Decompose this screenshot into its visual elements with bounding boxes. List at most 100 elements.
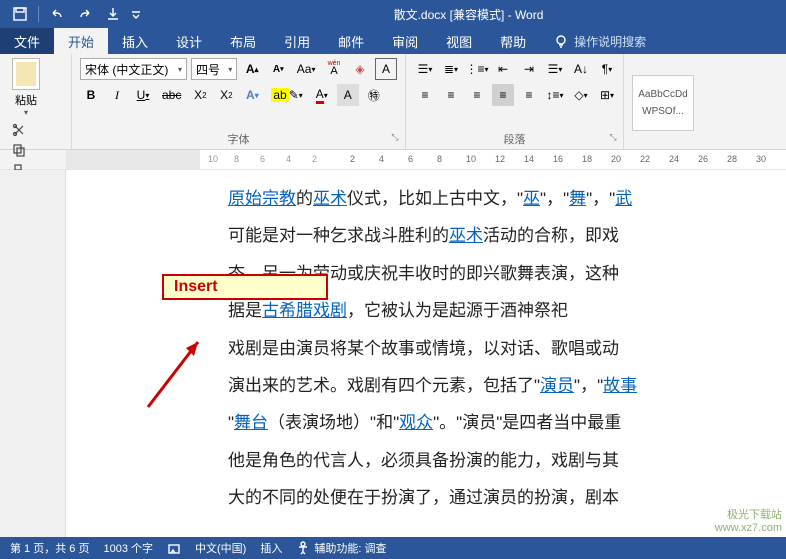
text-line[interactable]: 戏剧是由演员将某个故事或情境，以对话、歌唱或动 — [228, 330, 786, 367]
borders-button[interactable]: ⊞▾ — [596, 84, 618, 106]
callout-text: Insert — [174, 278, 218, 296]
font-color-button[interactable]: A▾ — [311, 84, 333, 106]
multilevel-list-button[interactable]: ⋮≡▾ — [466, 58, 488, 80]
status-accessibility[interactable]: 辅助功能: 调查 — [296, 540, 386, 556]
group-clipboard: 粘贴 ▾ 剪贴板⤡ — [0, 54, 72, 149]
lightbulb-icon — [554, 34, 568, 48]
link[interactable]: 演员 — [540, 376, 574, 395]
font-dialog-launcher[interactable]: ⤡ — [389, 132, 401, 144]
quick-access-toolbar — [0, 3, 151, 25]
sort-button[interactable]: A↓ — [570, 58, 592, 80]
style-name: WPSOf... — [642, 106, 684, 117]
text-line[interactable]: 演出来的艺术。戏剧有四个元素，包括了"演员"，"故事 — [228, 367, 786, 404]
highlight-button[interactable]: ab✎▾ — [267, 84, 306, 106]
tell-me-search[interactable]: 操作说明搜索 — [540, 28, 660, 54]
tab-mailings[interactable]: 邮件 — [324, 28, 378, 54]
paragraph-dialog-launcher[interactable]: ⤡ — [607, 132, 619, 144]
italic-button[interactable]: I — [106, 84, 128, 106]
group-font: 宋体 (中文正文)▾ 四号▾ A▴ A▾ Aa▾ wénA ◈ A B I U▾… — [72, 54, 406, 149]
align-right-button[interactable]: ≡ — [466, 84, 488, 106]
link[interactable]: 巫术 — [313, 189, 347, 208]
character-border-button[interactable]: A — [375, 58, 397, 80]
tell-me-label: 操作说明搜索 — [574, 33, 646, 50]
tab-insert[interactable]: 插入 — [108, 28, 162, 54]
shading-button[interactable]: ◇▾ — [570, 84, 592, 106]
superscript-button[interactable]: X2 — [215, 84, 237, 106]
link[interactable]: 故事 — [603, 376, 637, 395]
link[interactable]: 观众 — [399, 413, 433, 432]
touch-mode-button[interactable] — [101, 3, 125, 25]
link[interactable]: 原始宗教 — [228, 189, 296, 208]
distributed-button[interactable]: ≡ — [518, 84, 540, 106]
align-center-button[interactable]: ≡ — [440, 84, 462, 106]
status-language[interactable]: 中文(中国) — [195, 540, 246, 556]
status-page[interactable]: 第 1 页，共 6 页 — [10, 540, 89, 556]
clipboard-icon — [12, 58, 40, 90]
copy-button[interactable] — [8, 141, 30, 159]
style-gallery-item[interactable]: AaBbCcDd WPSOf... — [632, 75, 694, 131]
watermark-line: 极光下载站 — [727, 509, 782, 522]
clear-formatting-button[interactable]: ◈ — [349, 58, 371, 80]
tab-layout[interactable]: 布局 — [216, 28, 270, 54]
text-line[interactable]: 他是角色的代言人，必须具备扮演的能力，戏剧与其 — [228, 442, 786, 479]
link[interactable]: 巫 — [523, 189, 540, 208]
grow-font-button[interactable]: A▴ — [241, 58, 263, 80]
text-effects-button[interactable]: A▾ — [241, 84, 263, 106]
tab-design[interactable]: 设计 — [162, 28, 216, 54]
font-size-combo[interactable]: 四号▾ — [191, 58, 237, 80]
link[interactable]: 武 — [615, 189, 632, 208]
strikethrough-button[interactable]: abc — [158, 84, 185, 106]
text-line[interactable]: 原始宗教的巫术仪式，比如上古中文，"巫"，"舞"，"武 — [228, 180, 786, 217]
change-case-button[interactable]: Aa▾ — [293, 58, 319, 80]
show-hide-button[interactable]: ¶▾ — [596, 58, 618, 80]
tab-help[interactable]: 帮助 — [486, 28, 540, 54]
enclose-characters-button[interactable]: ㊕ — [363, 84, 385, 106]
customize-qat-button[interactable] — [129, 3, 143, 25]
justify-button[interactable]: ≡ — [492, 84, 514, 106]
align-left-button[interactable]: ≡ — [414, 84, 436, 106]
tab-view[interactable]: 视图 — [432, 28, 486, 54]
text-line[interactable]: 大的不同的处便在于扮演了，通过演员的扮演，剧本 — [228, 479, 786, 516]
link[interactable]: 舞 — [569, 189, 586, 208]
font-group-label: 字体⤡ — [80, 131, 397, 147]
character-shading-button[interactable]: A — [337, 84, 359, 106]
undo-button[interactable] — [45, 3, 69, 25]
numbering-button[interactable]: ≣▾ — [440, 58, 462, 80]
link[interactable]: 舞台 — [234, 413, 268, 432]
decrease-indent-button[interactable]: ⇤ — [492, 58, 514, 80]
link[interactable]: 巫术 — [449, 226, 483, 245]
status-insert-mode[interactable]: 插入 — [260, 540, 282, 556]
redo-button[interactable] — [73, 3, 97, 25]
phonetic-guide-button[interactable]: wénA — [323, 58, 345, 80]
tab-home[interactable]: 开始 — [54, 28, 108, 54]
text-line[interactable]: "舞台（表演场地）"和"观众"。"演员"是四者当中最重 — [228, 404, 786, 441]
window-title: 散文.docx [兼容模式] - Word — [151, 6, 786, 23]
group-paragraph: ☰▾ ≣▾ ⋮≡▾ ⇤ ⇥ ☰▾ A↓ ¶▾ ≡ ≡ ≡ ≡ ≡ ↕≡▾ ◇▾ … — [406, 54, 624, 149]
vertical-ruler[interactable] — [66, 170, 86, 537]
font-name-combo[interactable]: 宋体 (中文正文)▾ — [80, 58, 187, 80]
document-area: 原始宗教的巫术仪式，比如上古中文，"巫"，"舞"，"武 可能是对一种乞求战斗胜利… — [0, 170, 786, 537]
line-spacing-button[interactable]: ↕≡▾ — [544, 84, 566, 106]
text-line[interactable]: 可能是对一种乞求战斗胜利的巫术活动的合称，即戏 — [228, 217, 786, 254]
status-spellcheck[interactable] — [167, 541, 181, 555]
save-button[interactable] — [8, 3, 32, 25]
paste-button[interactable]: 粘贴 ▾ — [8, 58, 44, 117]
horizontal-ruler[interactable]: 10864224681012141618202224262830 — [0, 150, 786, 170]
cut-button[interactable] — [8, 121, 30, 139]
watermark: 极光下载站 www.xz7.com — [715, 509, 782, 535]
increase-indent-button[interactable]: ⇥ — [518, 58, 540, 80]
underline-button[interactable]: U▾ — [132, 84, 154, 106]
subscript-button[interactable]: X2 — [189, 84, 211, 106]
link[interactable]: 古希腊戏剧 — [262, 301, 347, 320]
shrink-font-button[interactable]: A▾ — [267, 58, 289, 80]
bullets-button[interactable]: ☰▾ — [414, 58, 436, 80]
paragraph-group-label: 段落⤡ — [414, 131, 615, 147]
asian-layout-button[interactable]: ☰▾ — [544, 58, 566, 80]
style-preview-text: AaBbCcDd — [638, 89, 687, 100]
tab-file[interactable]: 文件 — [0, 28, 54, 54]
tab-review[interactable]: 审阅 — [378, 28, 432, 54]
tab-references[interactable]: 引用 — [270, 28, 324, 54]
bold-button[interactable]: B — [80, 84, 102, 106]
status-word-count[interactable]: 1003 个字 — [103, 540, 153, 556]
document-page[interactable]: 原始宗教的巫术仪式，比如上古中文，"巫"，"舞"，"武 可能是对一种乞求战斗胜利… — [200, 170, 786, 537]
